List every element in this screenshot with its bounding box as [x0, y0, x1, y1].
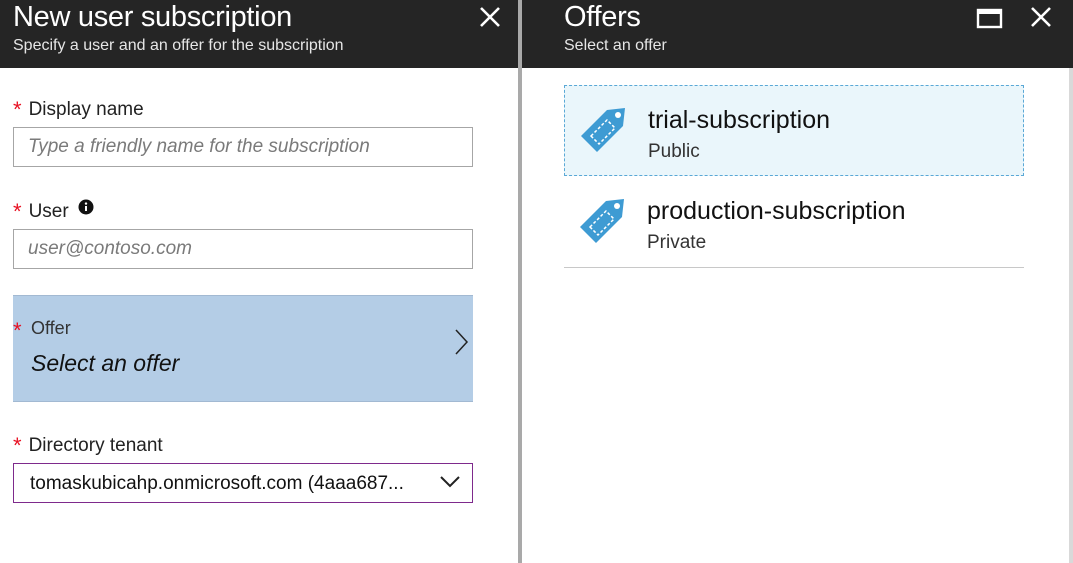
offer-name: trial-subscription — [648, 106, 831, 134]
close-icon[interactable] — [1027, 3, 1057, 33]
directory-tenant-select[interactable]: tomaskubicahp.onmicrosoft.com (4aaa687..… — [13, 463, 473, 503]
required-mark: * — [13, 97, 22, 122]
offer-name: production-subscription — [647, 197, 906, 225]
blade-header: New user subscription Specify a user and… — [0, 0, 518, 68]
blade-title: New user subscription — [13, 1, 292, 33]
blade-header: Offers Select an offer — [522, 0, 1073, 68]
offer-visibility: Public — [648, 141, 700, 162]
scrollbar[interactable] — [1069, 68, 1073, 563]
directory-tenant-label: * Directory tenant — [13, 433, 163, 458]
directory-tenant-value: tomaskubicahp.onmicrosoft.com (4aaa687..… — [30, 473, 404, 494]
offer-value: Select an offer — [31, 350, 180, 376]
display-name-label: * Display name — [13, 97, 144, 122]
offer-selector[interactable]: * Offer Select an offer — [13, 295, 473, 402]
blade-subtitle: Specify a user and an offer for the subs… — [13, 37, 344, 54]
display-name-input[interactable] — [13, 127, 473, 167]
offers-blade: Offers Select an offer trial-subscriptio… — [522, 0, 1073, 563]
close-icon[interactable] — [476, 3, 506, 33]
offer-label: Offer — [31, 318, 71, 338]
required-mark: * — [13, 433, 22, 458]
offer-visibility: Private — [647, 232, 707, 253]
required-mark: * — [13, 318, 22, 343]
blade-subtitle: Select an offer — [564, 37, 667, 54]
tag-icon — [576, 193, 632, 254]
offer-item-trial-subscription[interactable]: trial-subscription Public — [564, 85, 1024, 176]
user-label: * User — [13, 197, 94, 224]
user-email-input[interactable] — [13, 229, 473, 269]
info-icon[interactable] — [78, 199, 94, 221]
required-mark: * — [13, 199, 22, 224]
chevron-down-icon — [440, 475, 460, 494]
offer-item-production-subscription[interactable]: production-subscription Private — [564, 177, 1024, 268]
tag-icon — [577, 102, 633, 163]
blade-title: Offers — [564, 1, 641, 33]
chevron-right-icon — [455, 329, 469, 360]
maximize-icon[interactable] — [975, 3, 1005, 33]
new-user-subscription-blade: New user subscription Specify a user and… — [0, 0, 518, 563]
